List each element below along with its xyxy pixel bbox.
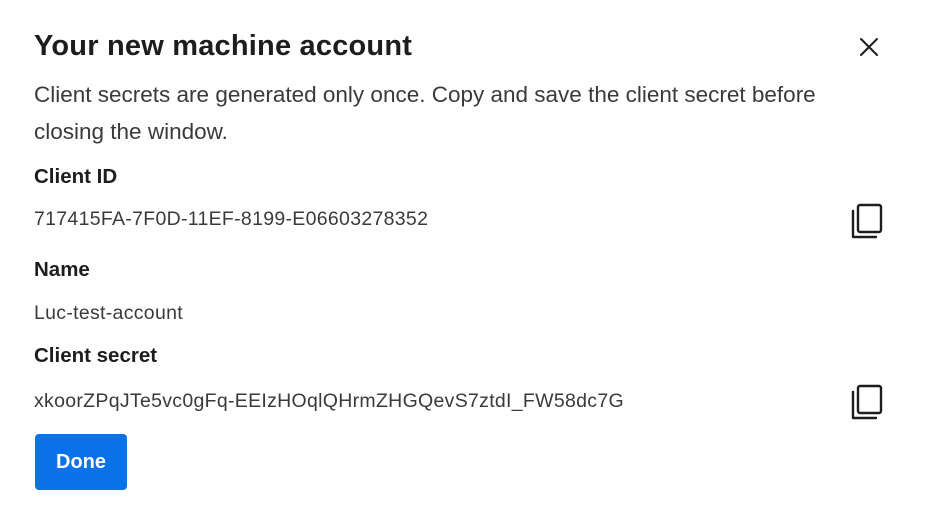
client-id-label: Client ID — [34, 165, 118, 188]
name-label: Name — [34, 258, 90, 281]
client-id-value: 717415FA-7F0D-11EF-8199-E06603278352 — [34, 208, 429, 230]
copy-icon — [851, 384, 883, 420]
copy-client-id-button[interactable] — [846, 200, 888, 242]
close-button[interactable] — [852, 30, 886, 64]
dialog-description: Client secrets are generated only once. … — [34, 82, 816, 144]
client-secret-value: xkoorZPqJTe5vc0gFq-EEIzHOqlQHrmZHGQevS7z… — [34, 390, 624, 412]
machine-account-dialog: Your new machine account Client secrets … — [0, 0, 934, 521]
copy-client-secret-button[interactable] — [846, 381, 888, 423]
copy-icon — [851, 203, 883, 239]
client-secret-label: Client secret — [34, 344, 158, 367]
close-icon — [860, 38, 878, 56]
name-value: Luc-test-account — [34, 302, 183, 324]
done-button[interactable]: Done — [35, 434, 127, 490]
dialog-title: Your new machine account — [34, 30, 413, 62]
